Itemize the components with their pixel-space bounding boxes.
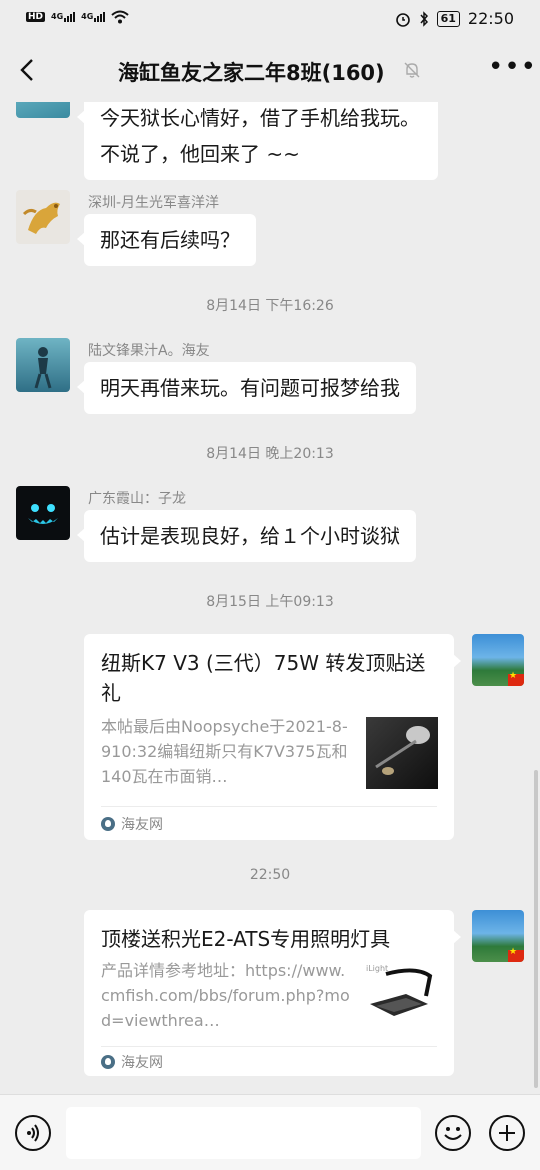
my-avatar[interactable] <box>472 634 524 686</box>
plus-icon[interactable] <box>489 1115 525 1151</box>
voice-icon[interactable] <box>15 1115 51 1151</box>
chevron-left-icon[interactable] <box>14 54 44 86</box>
alarm-icon <box>395 12 410 27</box>
bluetooth-icon <box>420 10 428 27</box>
timestamp: 22:50 <box>249 867 291 883</box>
status-bar: HD 4G 4G 61 22:50 <box>0 0 540 38</box>
card-title: 纽斯K7 V3 (三代）75W 转发顶贴送礼 <box>101 651 426 705</box>
sender-name: 广东霞山：子龙 <box>88 491 186 507</box>
card-source: 海友网 <box>101 1052 163 1072</box>
card-description: 本帖最后由Noopsyche于2021-8-910:32编辑纽斯只有K7V375… <box>101 717 348 786</box>
message-bubble[interactable]: 估计是表现良好，给１个小时谈狱 <box>77 510 416 562</box>
card-source: 海友网 <box>101 814 163 834</box>
message-bubble[interactable]: 明天再借来玩。有问题可报梦给我 <box>77 362 416 414</box>
input-bar <box>0 1094 540 1170</box>
bell-muted-icon <box>404 62 420 78</box>
more-dots-icon[interactable]: ••• <box>488 52 537 82</box>
message-text: 今天狱长心情好，借了手机给我玩。不说了，他回来了 ~~ <box>100 106 420 166</box>
link-card[interactable]: 顶楼送积光E2-ATS专用照明灯具 产品详情参考地址：https://www.c… <box>84 910 461 1076</box>
card-divider <box>101 1046 437 1047</box>
message-input[interactable] <box>66 1107 421 1159</box>
avatar[interactable] <box>16 102 70 118</box>
avatar[interactable] <box>16 190 70 244</box>
sender-name: 陆文锋果汁A。海友 <box>88 343 210 359</box>
avatar[interactable] <box>16 486 70 540</box>
my-avatar[interactable] <box>472 910 524 962</box>
thumbnail-brand-text: iLight <box>366 964 389 973</box>
link-card[interactable]: 纽斯K7 V3 (三代）75W 转发顶贴送礼 本帖最后由Noopsyche于20… <box>84 634 461 840</box>
signal-icon: 4G <box>81 12 106 22</box>
card-thumbnail <box>366 717 438 789</box>
battery-icon: 61 <box>436 10 460 27</box>
card-divider <box>101 806 437 807</box>
lamp-product-image <box>375 726 430 775</box>
message-text: 估计是表现良好，给１个小时谈狱 <box>100 524 400 548</box>
scrollbar[interactable] <box>534 770 538 1088</box>
message-bubble[interactable]: 那还有后续吗？ <box>77 214 256 266</box>
card-source-name: 海友网 <box>121 1055 163 1071</box>
signal-type-label: 4G <box>51 12 64 21</box>
timestamp: 8月15日 上午09:13 <box>206 594 334 610</box>
message-text: 明天再借来玩。有问题可报梦给我 <box>100 376 400 400</box>
signal-type-label: 4G <box>81 12 94 21</box>
avatar[interactable] <box>16 338 70 392</box>
message-bubble[interactable]: 今天狱长心情好，借了手机给我玩。不说了，他回来了 ~~ <box>77 102 438 180</box>
timestamp: 8月14日 晚上20:13 <box>206 446 334 462</box>
sender-name: 深圳-月生光军喜洋洋 <box>88 195 220 211</box>
chat-title: 海缸鱼友之家二年8班(160) <box>118 61 385 85</box>
china-flag-icon <box>508 947 524 962</box>
hd-badge: HD <box>26 12 46 22</box>
message-text: 那还有后续吗？ <box>100 228 240 252</box>
card-thumbnail: iLight <box>366 960 438 1032</box>
card-description: 产品详情参考地址：https://www.cmfish.com/bbs/foru… <box>101 961 350 1030</box>
timestamp: 8月14日 下午16:26 <box>206 298 334 314</box>
signal-icon: 4G <box>51 12 76 22</box>
wifi-icon <box>111 10 129 24</box>
emoji-icon[interactable] <box>435 1115 471 1151</box>
diver-figure-icon <box>34 347 52 389</box>
horse-figurine-icon <box>22 202 60 234</box>
card-title: 顶楼送积光E2-ATS专用照明灯具 <box>101 927 391 951</box>
source-app-icon <box>101 1055 115 1069</box>
clock: 22:50 <box>467 9 514 28</box>
card-source-name: 海友网 <box>121 817 163 833</box>
monster-face-icon <box>28 504 58 524</box>
message-list[interactable]: 今天狱长心情好，借了手机给我玩。不说了，他回来了 ~~ 深圳-月生光军喜洋洋 那… <box>0 102 540 1094</box>
chat-header: 海缸鱼友之家二年8班(160) ••• <box>0 38 540 102</box>
china-flag-icon <box>508 671 524 686</box>
source-app-icon <box>101 817 115 831</box>
